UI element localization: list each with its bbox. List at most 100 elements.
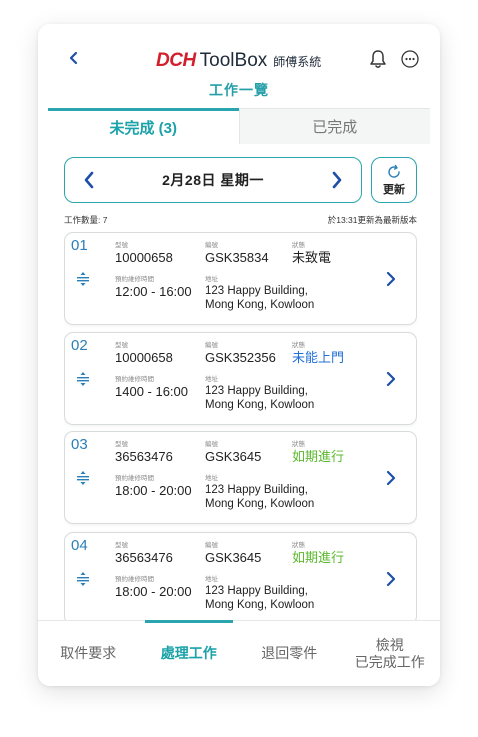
refresh-label: 更新 (383, 183, 405, 196)
address-line-2: Mong Kong, Kowloon (205, 399, 315, 411)
refresh-icon (388, 164, 400, 178)
time-value: 12:00 - 16:00 (115, 284, 192, 299)
tab-incomplete[interactable]: 未完成 (3) (48, 108, 239, 144)
model-label: 型號 (115, 542, 128, 549)
status-label: 狀態 (292, 441, 305, 448)
chevron-right-icon[interactable] (383, 570, 399, 588)
nav-handle-jobs[interactable]: 處理工作 (139, 620, 240, 686)
nav-view-completed-line-1: 檢視 (375, 636, 404, 653)
address-label: 地址 (205, 475, 218, 482)
code-field: 編號 GSK3645 (205, 541, 261, 566)
drag-handle-icon[interactable] (75, 470, 91, 486)
ellipsis-icon[interactable] (400, 49, 420, 69)
bell-icon[interactable] (368, 48, 388, 70)
drag-handle-icon[interactable] (75, 571, 91, 587)
job-card-02[interactable]: 02 型號 10000658 編號 GSK352356 狀態 未能上門 預約維修… (64, 332, 417, 425)
job-index: 01 (71, 237, 88, 254)
nav-pickup-requests[interactable]: 取件要求 (38, 621, 139, 686)
chevron-left-icon (69, 51, 78, 65)
page-title: 工作一覽 (209, 82, 269, 98)
next-day-button[interactable] (325, 165, 349, 195)
model-value: 10000658 (115, 250, 173, 265)
model-value: 36563476 (115, 449, 173, 464)
time-field: 預約維修時間 18:00 - 20:00 (115, 575, 192, 600)
address-line-2: Mong Kong, Kowloon (205, 599, 315, 611)
app-window: DCH ToolBox 師傅系統 工作一覽 未完成 (3) 已完成 2月28日 … (38, 24, 440, 686)
brand-logo: DCH ToolBox 師傅系統 (156, 50, 321, 72)
status-field: 狀態 未能上門 (292, 341, 344, 366)
code-label: 編號 (205, 542, 218, 549)
address-label: 地址 (205, 376, 218, 383)
status-tabs: 未完成 (3) 已完成 (48, 108, 430, 144)
nav-view-completed-line-2: 已完成工作 (354, 653, 425, 670)
drag-handle-icon[interactable] (75, 271, 91, 287)
last-updated: 於13:31更新為最新版本 (327, 215, 417, 225)
address-line-1: 123 Happy Building, (205, 585, 308, 597)
job-index: 02 (71, 337, 88, 354)
address-field: 地址 123 Happy Building, Mong Kong, Kowloo… (205, 474, 314, 511)
time-label: 預約維修時間 (115, 576, 154, 583)
time-label: 預約維修時間 (115, 376, 154, 383)
address-line-1: 123 Happy Building, (205, 484, 308, 496)
model-label: 型號 (115, 441, 128, 448)
model-label: 型號 (115, 242, 128, 249)
code-label: 編號 (205, 342, 218, 349)
model-value: 10000658 (115, 350, 173, 365)
address-line-2: Mong Kong, Kowloon (205, 299, 315, 311)
time-value: 1400 - 16:00 (115, 384, 189, 399)
time-field: 預約維修時間 18:00 - 20:00 (115, 474, 192, 499)
code-value: GSK3645 (205, 449, 262, 464)
job-card-01[interactable]: 01 型號 10000658 編號 GSK35834 狀態 未致電 預約維修時間 (64, 232, 417, 325)
address-line-1: 123 Happy Building, (205, 385, 308, 397)
status-field: 狀態 如期進行 (292, 541, 344, 566)
job-index: 03 (71, 436, 88, 453)
address-line-2: Mong Kong, Kowloon (205, 498, 315, 510)
time-label: 預約維修時間 (115, 276, 154, 283)
brand-toolbox: ToolBox (199, 50, 268, 71)
code-value: GSK35834 (205, 250, 269, 265)
previous-day-button[interactable] (77, 165, 101, 195)
code-value: GSK3645 (205, 550, 262, 565)
address-field: 地址 123 Happy Building, Mong Kong, Kowloo… (205, 375, 314, 412)
time-label: 預約維修時間 (115, 475, 154, 482)
status-label: 狀態 (292, 542, 305, 549)
model-value: 36563476 (115, 550, 173, 565)
address-line-1: 123 Happy Building, (205, 285, 308, 297)
back-button[interactable] (64, 48, 84, 68)
chevron-right-icon[interactable] (383, 270, 399, 288)
time-field: 預約維修時間 12:00 - 16:00 (115, 275, 192, 300)
status-badge: 未致電 (292, 250, 332, 265)
brand-dch: DCH (156, 50, 196, 71)
job-list: 01 型號 10000658 編號 GSK35834 狀態 未致電 預約維修時間 (64, 232, 417, 622)
job-card-03[interactable]: 03 型號 36563476 編號 GSK3645 狀態 如期進行 預約維修時間 (64, 431, 417, 524)
status-field: 狀態 如期進行 (292, 440, 344, 465)
model-field: 型號 36563476 (115, 541, 173, 566)
model-label: 型號 (115, 342, 128, 349)
address-label: 地址 (205, 576, 218, 583)
time-value: 18:00 - 20:00 (115, 584, 192, 599)
address-label: 地址 (205, 276, 218, 283)
code-value: GSK352356 (205, 350, 276, 365)
address-field: 地址 123 Happy Building, Mong Kong, Kowloo… (205, 575, 314, 612)
job-count: 工作數量: 7 (64, 215, 108, 225)
nav-view-completed[interactable]: 檢視 已完成工作 (340, 621, 441, 686)
date-selector: 2月28日 星期一 (64, 157, 362, 203)
code-field: 編號 GSK35834 (205, 241, 269, 266)
chevron-right-icon[interactable] (383, 370, 399, 388)
status-badge: 如期進行 (292, 449, 345, 464)
status-label: 狀態 (292, 342, 305, 349)
status-field: 狀態 未致電 (292, 241, 331, 266)
drag-handle-icon[interactable] (75, 371, 91, 387)
tab-completed[interactable]: 已完成 (238, 108, 430, 144)
chevron-left-icon (84, 171, 94, 189)
bottom-nav: 取件要求 處理工作 退回零件 檢視 已完成工作 (38, 620, 440, 686)
status-badge: 如期進行 (292, 550, 345, 565)
chevron-right-icon[interactable] (383, 469, 399, 487)
refresh-button[interactable]: 更新 (371, 157, 417, 203)
job-card-04[interactable]: 04 型號 36563476 編號 GSK3645 狀態 如期進行 預約維修時間 (64, 532, 417, 622)
time-value: 18:00 - 20:00 (115, 483, 192, 498)
nav-return-parts[interactable]: 退回零件 (239, 621, 340, 686)
status-label: 狀態 (292, 242, 305, 249)
app-header: DCH ToolBox 師傅系統 工作一覽 (38, 24, 440, 100)
model-field: 型號 36563476 (115, 440, 173, 465)
